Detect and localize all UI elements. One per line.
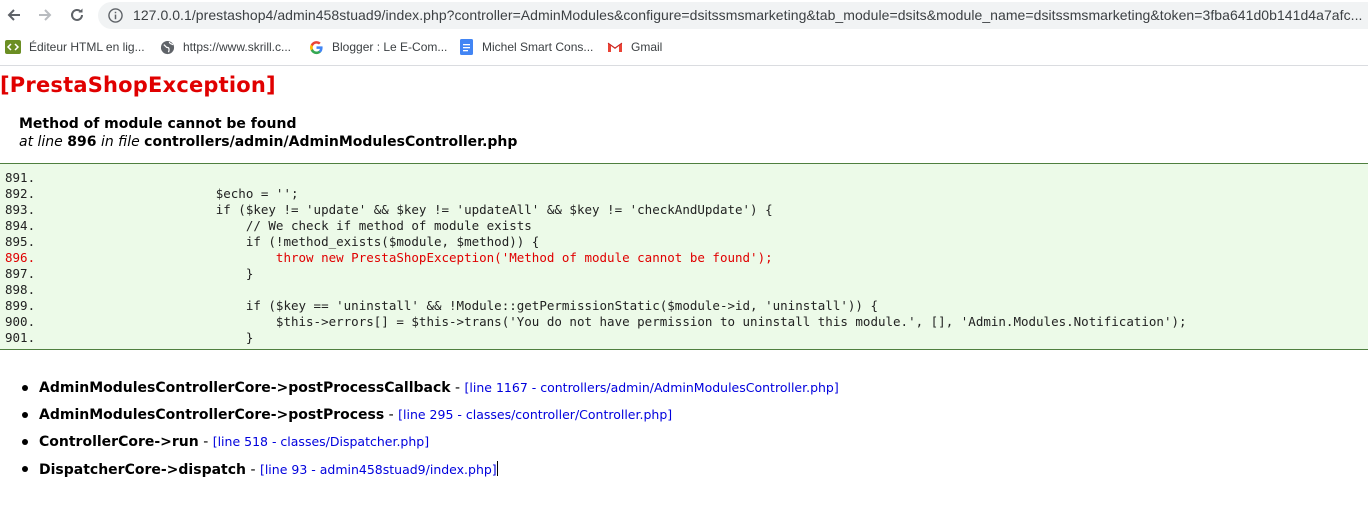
code-line: 893. if ($key != 'update' && $key != 'up… — [5, 202, 773, 218]
arrow-right-icon — [39, 9, 52, 21]
code-line: 898. — [5, 282, 35, 298]
code-line-number: 901. — [5, 330, 36, 345]
code-line: 899. if ($key == 'uninstall' && !Module:… — [5, 298, 878, 314]
bullet-icon — [22, 412, 28, 418]
separator-dash: - — [450, 380, 465, 396]
exception-location: at line 896 in file controllers/admin/Ad… — [19, 134, 517, 150]
code-line-text: if ($key != 'update' && $key != 'updateA… — [35, 202, 773, 217]
reload-button[interactable] — [66, 4, 88, 26]
code-line-number: 900. — [5, 314, 36, 329]
code-line-text: // We check if method of module exists — [35, 218, 532, 233]
code-line-text: } — [35, 330, 254, 345]
code-line-number: 899. — [5, 298, 36, 313]
text-cursor — [496, 461, 498, 476]
browser-toolbar: 127.0.0.1/prestashop4/admin458stuad9/ind… — [0, 0, 1368, 31]
code-line-number: 896. — [5, 250, 36, 265]
bookmark-michel-smart[interactable]: Michel Smart Cons... — [458, 38, 593, 56]
stack-trace-function: AdminModulesControllerCore->postProcess — [39, 407, 385, 423]
info-icon[interactable] — [108, 8, 123, 23]
exception-message: Method of module cannot be found — [19, 116, 297, 132]
forward-button[interactable] — [34, 4, 56, 26]
bookmark-gmail[interactable]: Gmail — [607, 38, 662, 56]
stack-trace-function: DispatcherCore->dispatch — [39, 462, 246, 478]
reload-icon — [71, 8, 83, 21]
in-file-text: in file — [100, 134, 140, 150]
address-bar[interactable]: 127.0.0.1/prestashop4/admin458stuad9/ind… — [98, 2, 1368, 29]
code-excerpt: 891. 892. $echo = ''; 893. if ($key != 'up… — [0, 163, 1368, 350]
stack-trace-location-link[interactable]: [line 518 - classes/Dispatcher.php] — [213, 434, 429, 449]
bullet-icon — [22, 439, 28, 445]
separator-dash: - — [246, 462, 260, 478]
code-line: 901. } — [5, 330, 253, 346]
code-editor-icon — [5, 39, 21, 55]
stack-trace-location-link[interactable]: [line 1167 - controllers/admin/AdminModu… — [465, 380, 839, 395]
code-line: 891. — [5, 170, 35, 186]
code-line-text: throw new PrestaShopException('Method of… — [35, 250, 773, 265]
back-button[interactable] — [3, 4, 25, 26]
code-line: 892. $echo = ''; — [5, 186, 299, 202]
stack-trace-function: AdminModulesControllerCore->postProcessC… — [39, 380, 451, 396]
code-line-text: $echo = ''; — [35, 186, 299, 201]
code-line-text: if (!method_exists($module, $method)) { — [35, 234, 540, 249]
code-line: 894. // We check if method of module exi… — [5, 218, 532, 234]
code-line-number: 891. — [5, 170, 36, 185]
bullet-icon — [22, 466, 28, 472]
bookmark-html-editor[interactable]: Éditeur HTML en lig... — [5, 38, 145, 56]
gmail-icon — [607, 39, 623, 55]
separator-dash: - — [384, 407, 399, 423]
exception-file: controllers/admin/AdminModulesController… — [144, 134, 518, 150]
stack-trace-location-link[interactable]: [line 93 - admin458stuad9/index.php] — [260, 462, 497, 477]
exception-line-number: 896 — [67, 134, 97, 150]
docs-icon — [458, 39, 474, 55]
separator-dash: - — [198, 434, 213, 450]
bullet-icon — [22, 385, 28, 391]
arrow-left-icon — [7, 9, 20, 21]
code-line: 896. throw new PrestaShopException('Meth… — [5, 250, 773, 266]
code-line-number: 898. — [5, 282, 36, 297]
bookmarks-bar: Éditeur HTML en lig... https://www.skril… — [0, 33, 1368, 61]
code-line: 895. if (!method_exists($module, $method… — [5, 234, 539, 250]
google-icon — [308, 39, 324, 55]
url-text[interactable]: 127.0.0.1/prestashop4/admin458stuad9/ind… — [133, 7, 1362, 23]
code-line-text: } — [35, 266, 254, 281]
at-line-text: at line — [19, 134, 63, 150]
code-line-number: 893. — [5, 202, 36, 217]
code-line-number: 895. — [5, 234, 36, 249]
code-line-text: if ($key == 'uninstall' && !Module::getP… — [35, 298, 878, 313]
code-line-number: 897. — [5, 266, 36, 281]
stack-trace-entry: AdminModulesControllerCore->postProcess … — [39, 407, 672, 423]
code-line-text: $this->errors[] = $this->trans('You do n… — [35, 314, 1187, 329]
globe-icon — [159, 39, 175, 55]
code-line-number: 894. — [5, 218, 36, 233]
exception-title: [PrestaShopException] — [0, 73, 276, 97]
bookmark-skrill[interactable]: https://www.skrill.c... — [159, 38, 291, 56]
code-line: 900. $this->errors[] = $this->trans('You… — [5, 314, 1187, 330]
code-line-number: 892. — [5, 186, 36, 201]
stack-trace-entry: DispatcherCore->dispatch - [line 93 - ad… — [39, 461, 498, 478]
stack-trace-location-link[interactable]: [line 295 - classes/controller/Controlle… — [398, 407, 672, 422]
chrome-divider — [0, 65, 1368, 66]
stack-trace-function: ControllerCore->run — [39, 434, 199, 450]
stack-trace-entry: AdminModulesControllerCore->postProcessC… — [39, 380, 839, 396]
bookmark-blogger[interactable]: Blogger : Le E-Com... — [308, 38, 447, 56]
stack-trace-entry: ControllerCore->run - [line 518 - classe… — [39, 434, 429, 450]
code-line: 897. } — [5, 266, 253, 282]
